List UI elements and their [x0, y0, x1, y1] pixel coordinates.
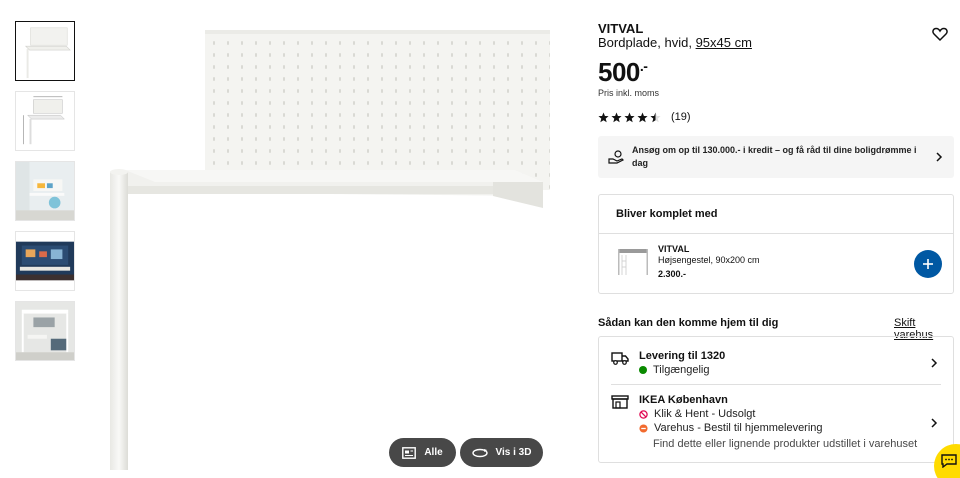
divider — [599, 233, 953, 234]
chevron-right-icon — [936, 152, 943, 162]
view-in-3d-label: Vis i 3D — [495, 447, 532, 458]
product-rating[interactable]: (19) — [598, 111, 691, 123]
price-suffix: .- — [639, 58, 648, 74]
half-star-icon — [650, 112, 661, 122]
complete-item-price: 2.300.- — [658, 269, 687, 279]
loft-bed-thumbnail[interactable] — [616, 243, 650, 279]
thumbnail-room-dark-bedroom[interactable] — [15, 231, 75, 291]
thumbnail-product-front[interactable] — [15, 21, 75, 81]
delivery-truck-icon — [611, 352, 629, 365]
warehouse-text: Varehus - Bestil til hjemmelevering — [654, 422, 823, 434]
thumbnail-list — [15, 21, 75, 371]
thumbnail-room-loft-bed[interactable] — [15, 301, 75, 361]
unavailable-icon — [639, 409, 648, 419]
store-display-note: Find dette eller lignende produkter udst… — [653, 438, 918, 450]
price-amount: 500 — [598, 57, 640, 87]
complete-item-name[interactable]: VITVAL — [658, 244, 689, 254]
star-icon — [637, 112, 648, 122]
credit-banner[interactable]: Ansøg om op til 130.000.- i kredit – og … — [598, 136, 954, 178]
delivery-heading: Sådan kan den komme hjem til dig — [598, 317, 779, 329]
available-status-dot — [639, 366, 647, 374]
click-collect-text: Klik & Hent - Udsolgt — [654, 408, 756, 420]
delivery-options-box: Levering til 1320 Tilgængelig IKEA Køben… — [598, 336, 954, 463]
product-type: Bordplade, hvid, — [598, 35, 692, 50]
credit-banner-text: Ansøg om op til 130.000.- i kredit – og … — [632, 145, 917, 168]
plus-icon — [923, 259, 933, 269]
complete-item-description: Højsengestel, 90x200 cm — [658, 255, 760, 265]
product-description: Bordplade, hvid, 95x45 cm — [598, 35, 752, 50]
product-size-link[interactable]: 95x45 cm — [696, 35, 752, 50]
add-to-cart-button[interactable] — [914, 250, 942, 278]
chevron-right-icon[interactable] — [929, 358, 939, 368]
hand-coins-icon — [608, 150, 624, 164]
complete-with-card: Bliver komplet med VITVAL Højsengestel, … — [598, 194, 954, 294]
home-delivery-status: Tilgængelig — [639, 364, 709, 376]
gallery-icon — [402, 446, 417, 459]
main-product-image[interactable]: Alle Vis i 3D — [95, 0, 565, 478]
rating-count: (19) — [671, 111, 691, 123]
star-icon — [624, 112, 635, 122]
price-vat-note: Pris inkl. moms — [598, 88, 660, 98]
warning-status-icon — [639, 423, 648, 433]
complete-with-title: Bliver komplet med — [616, 208, 718, 220]
click-collect-status: Klik & Hent - Udsolgt — [639, 408, 755, 420]
product-price: 500.- — [598, 57, 648, 88]
favourite-heart-icon[interactable] — [932, 26, 948, 42]
star-icon — [598, 112, 609, 122]
view-in-3d-button[interactable]: Vis i 3D — [460, 438, 543, 467]
rating-stars — [598, 112, 661, 123]
home-delivery-title[interactable]: Levering til 1320 — [639, 350, 725, 362]
star-icon — [611, 112, 622, 122]
warehouse-status: Varehus - Bestil til hjemmelevering — [639, 422, 823, 434]
thumbnail-room-kids-desk[interactable] — [15, 161, 75, 221]
all-images-button[interactable]: Alle — [389, 438, 456, 467]
3d-rotate-icon — [471, 448, 488, 457]
divider — [611, 384, 941, 385]
product-name: VITVAL — [598, 21, 644, 36]
store-title[interactable]: IKEA København — [639, 394, 728, 406]
thumbnail-product-dimensions[interactable] — [15, 91, 75, 151]
chevron-right-icon[interactable] — [929, 418, 939, 428]
chat-bubble-icon — [941, 454, 957, 468]
store-icon — [611, 395, 629, 409]
all-images-label: Alle — [424, 447, 443, 458]
home-delivery-status-text: Tilgængelig — [653, 364, 710, 376]
